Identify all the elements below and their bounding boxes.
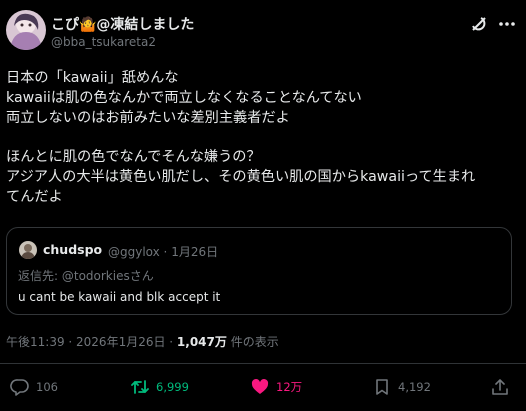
views-count: 1,047万 [176, 335, 227, 349]
quoted-author-name[interactable]: chudspo [43, 242, 102, 257]
bookmark-button[interactable]: 4,192 [372, 377, 431, 397]
post-timestamp[interactable]: 午後11:39 · 2026年1月26日 · [6, 335, 177, 349]
quoted-post-text: u cant be kawaii and blk accept it [18, 290, 221, 304]
retweet-icon [131, 380, 149, 394]
quoted-post[interactable]: chudspo @ggylox · 1月26日 返信先: @todorkiesさ… [6, 227, 512, 315]
share-button[interactable] [490, 377, 510, 397]
author-display-name[interactable]: こぴ🤷@凍結しました [51, 14, 194, 34]
more-icon[interactable] [496, 14, 518, 34]
reply-count: 106 [36, 380, 58, 394]
post-text-line: アジア人の大半は黄色い肌だし、その黄色い肌の国からkawaiiって生まれ [6, 169, 476, 185]
reply-button[interactable]: 106 [10, 377, 58, 397]
bookmark-count: 4,192 [398, 380, 431, 394]
author-avatar[interactable] [6, 10, 46, 50]
tweet-post: こぴ🤷@凍結しました @bba_tsukareta2 日本の「kawaii」舐め… [0, 0, 526, 411]
share-icon [492, 379, 508, 395]
views-label: 件の表示 [226, 335, 279, 349]
post-text-line: ほんとに肌の色でなんでそんな嫌うの？ [6, 149, 261, 165]
heart-icon [251, 379, 269, 394]
quoted-author-handle-date: @ggylox · 1月26日 [108, 245, 219, 259]
retweet-count: 6,999 [156, 380, 189, 394]
bookmark-icon [376, 379, 388, 395]
post-text-line: 両立しないのはお前みたいな差別主義者だよ [6, 110, 290, 126]
quoted-author-avatar[interactable] [19, 241, 37, 259]
quoted-reply-context: 返信先: @todorkiesさん [18, 267, 154, 284]
post-meta: 午後11:39 · 2026年1月26日 · 1,047万 件の表示 [6, 333, 279, 350]
like-count: 12万 [276, 380, 303, 394]
post-text-blank-line [6, 128, 516, 147]
like-button[interactable]: 12万 [250, 377, 302, 397]
post-text-line: kawaiiは肌の色なんかで両立しなくなることなんてない [6, 90, 362, 106]
author-handle[interactable]: @bba_tsukareta2 [51, 35, 156, 49]
post-text-line: 日本の「kawaii」舐めんな [6, 70, 179, 86]
divider [0, 363, 526, 364]
retweet-button[interactable]: 6,999 [130, 377, 189, 397]
post-text: 日本の「kawaii」舐めんな kawaiiは肌の色なんかで両立しなくなることな… [6, 68, 516, 207]
reply-prefix: 返信先: [18, 269, 62, 283]
post-text-line: てんだよ [6, 189, 63, 205]
grok-icon[interactable] [469, 14, 489, 34]
reply-icon [10, 379, 29, 396]
reply-mention-link[interactable]: @todorkiesさん [62, 269, 154, 283]
